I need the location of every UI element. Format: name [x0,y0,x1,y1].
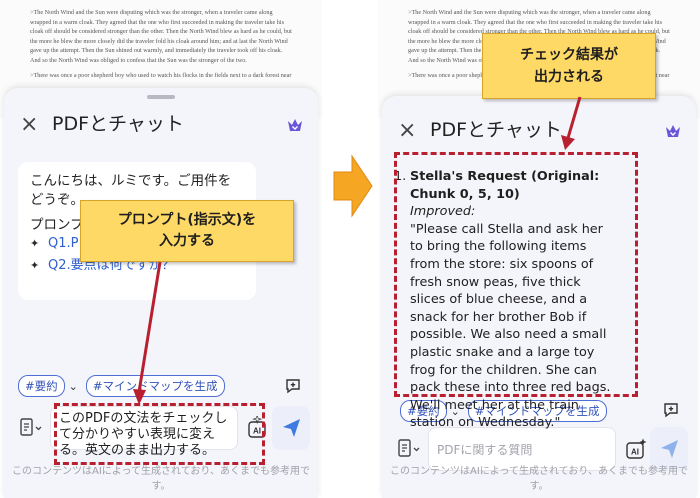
document-list-icon[interactable] [18,416,44,440]
left-screenshot: >The North Wind and the Sun were disputi… [0,0,322,498]
sheet-header: × PDFとチャット [382,116,696,148]
ai-disclaimer: このコンテンツはAIによって生成されており、あくまでも参考用です。 [390,466,688,492]
crown-icon[interactable] [286,116,304,134]
callout-left-line-2: 入力する [159,233,215,249]
new-chat-icon[interactable] [662,401,680,419]
close-icon[interactable]: × [398,120,416,142]
right-screenshot: >The North Wind and the Sun were disputi… [378,0,700,498]
sheet-header: × PDFとチャット [4,110,318,142]
sparkle-icon: ✦ [30,237,40,250]
answer-highlight-box [394,152,638,397]
sheet-title: PDFとチャット [52,113,184,135]
right-arrow-icon [333,154,373,218]
ai-icon[interactable]: AI [624,437,648,461]
ai-disclaimer: このコンテンツはAIによって生成されており、あくまでも参考用です。 [12,466,310,492]
doc-paragraph-2: >There was once a poor shepherd boy who … [30,71,292,79]
sheet-title: PDFとチャット [430,119,562,141]
document-list-icon[interactable] [396,437,422,461]
close-icon[interactable]: × [20,114,38,136]
send-icon [283,419,300,437]
message-input-placeholder: PDFに関する質問 [437,443,533,457]
callout-right-line-1: チェック結果が [520,47,618,63]
sparkle-icon: ✦ [30,259,40,272]
doc-paragraph-1: >The North Wind and the Sun were disputi… [30,9,292,64]
drag-handle[interactable] [147,95,175,99]
crown-icon[interactable] [664,122,682,140]
instruction-callout-left: プロンプト(指示文)を 入力する [80,200,294,262]
svg-text:AI: AI [631,448,639,457]
send-button[interactable] [272,406,310,450]
chip-summary[interactable]: #要約 [18,375,65,397]
instruction-callout-right: チェック結果が 出力される [482,33,656,99]
callout-right-line-2: 出力される [534,69,604,85]
input-highlight-box [54,403,265,465]
new-chat-icon[interactable] [284,377,302,395]
quick-chips: #要約 ⌄ #マインドマップを生成 [18,375,225,397]
chip-mindmap[interactable]: #マインドマップを生成 [85,375,225,397]
chevron-down-icon[interactable]: ⌄ [69,380,78,393]
callout-left-line-1: プロンプト(指示文)を [117,212,257,228]
